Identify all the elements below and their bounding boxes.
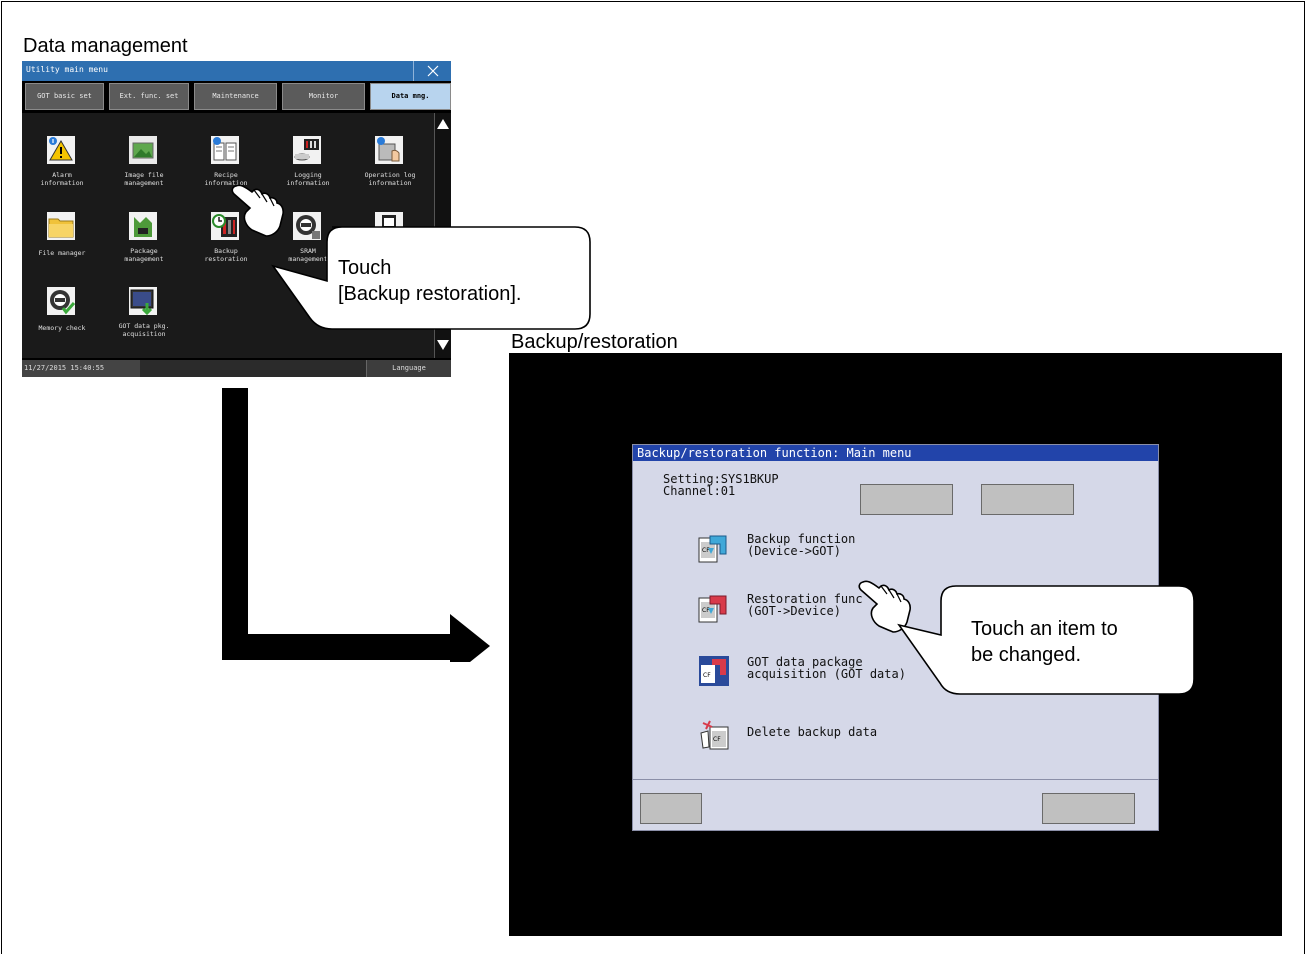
item-label: Alarm information [40,171,84,187]
scroll-down-icon[interactable] [437,340,449,350]
svg-text:CF: CF [713,736,721,743]
item-image-file-management[interactable]: Image file management [104,127,184,193]
caption-data-management: Data management [23,35,188,57]
item-line1: Delete backup data [747,725,878,739]
item-memory-check[interactable]: Memory check [22,278,102,344]
memory-check-icon [47,287,76,315]
item-line2: (Device->GOT) [747,544,841,558]
file-manager-icon [47,212,75,240]
recipe-info-icon [211,136,239,164]
close-icon [427,65,439,77]
item-label: Operation log information [364,171,416,187]
item-package-management[interactable]: Package management [104,203,184,269]
bottom-divider [633,779,1158,780]
scroll-up-icon[interactable] [437,119,449,129]
backup-titlebar: Backup/restoration function: Main menu [633,445,1158,461]
tab-ext-func-set[interactable]: Ext. func. set [109,83,189,110]
item-delete-backup-data[interactable]: CF Delete backup data [698,715,938,755]
item-operation-log-information[interactable]: Operation log information [350,127,430,193]
item-label: Memory check [38,324,86,332]
callout-2-line1: Touch an item to [971,618,1118,640]
got-data-pkg-icon [129,287,157,316]
channel-text: Channel:01 [663,484,736,498]
item-line2: acquisition (GOT data) [747,667,906,681]
delete-backup-icon: CF [700,720,729,750]
flow-arrow-icon [222,388,490,662]
package-management-icon [129,212,157,240]
top-button-right[interactable] [981,484,1074,515]
alarm-info-icon [47,136,75,164]
bottom-button-left[interactable] [640,793,702,824]
item-alarm-information[interactable]: Alarm information [22,127,102,193]
callout-bubble-2 [897,585,1195,695]
language-button[interactable]: Language [366,360,451,377]
status-time: 11/27/2015 15:40:55 [22,360,140,377]
item-label: Backup restoration [204,247,248,263]
utility-tabs: GOT basic set Ext. func. set Maintenance… [22,83,451,110]
item-label: Image file management [124,171,164,187]
tab-data-mng[interactable]: Data mng. [370,83,451,110]
callout-bubble-1 [271,226,591,330]
item-backup-function[interactable]: CF Backup function (Device->GOT) [698,528,938,568]
item-label: Package management [124,247,164,263]
backup-title: Backup/restoration function: Main menu [637,446,912,460]
item-line2: (GOT->Device) [747,604,841,618]
callout-2-line2: be changed. [971,644,1082,666]
tab-got-basic-set[interactable]: GOT basic set [25,83,104,110]
bottom-button-right[interactable] [1042,793,1135,824]
tab-maintenance[interactable]: Maintenance [194,83,277,110]
got-data-package-icon: CF [699,656,729,686]
top-button-left[interactable] [860,484,953,515]
svg-text:CF: CF [703,672,711,679]
item-label: GOT data pkg. acquisition [118,322,170,338]
utility-title: Utility main menu [26,65,108,74]
item-file-manager[interactable]: File manager [22,203,102,269]
utility-status-bar: 11/27/2015 15:40:55 Language [22,360,451,377]
utility-titlebar: Utility main menu [22,61,451,81]
item-label: File manager [38,249,86,257]
operation-log-icon [375,136,403,164]
caption-backup-restoration: Backup/restoration [511,331,678,353]
backup-function-icon: CF [698,535,727,563]
image-file-icon [129,136,157,164]
item-got-data-pkg-acquisition[interactable]: GOT data pkg. acquisition [104,278,184,344]
tab-monitor[interactable]: Monitor [282,83,365,110]
logging-info-icon [293,136,321,164]
close-button[interactable] [413,61,451,81]
restoration-function-icon: CF [698,595,727,623]
callout-1-line2: [Backup restoration]. [338,283,522,305]
callout-1-line1: Touch [338,257,392,279]
